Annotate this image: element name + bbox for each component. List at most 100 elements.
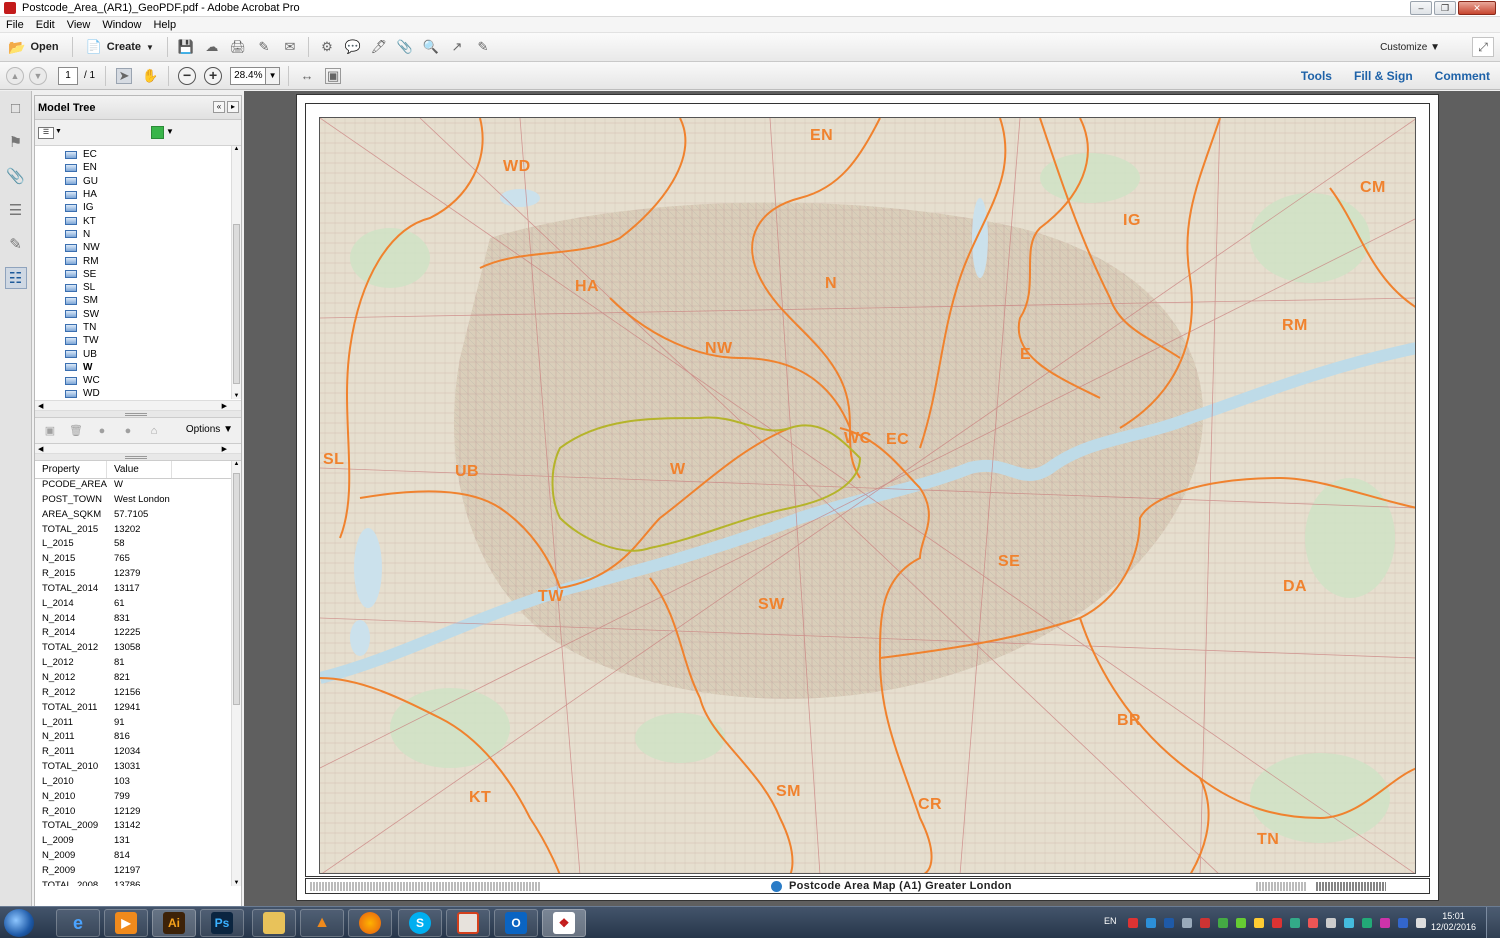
document-viewport[interactable]: WD EN CM IG HA N RM NW E WC EC SL UB W SE TW SW DA BR KT SM C… — [244, 91, 1500, 906]
layer-item-gu[interactable]: GU — [35, 175, 241, 188]
zoom-dropdown[interactable]: ▼ — [266, 66, 281, 85]
taskbar-illustrator[interactable]: Ai — [152, 909, 196, 937]
page-thumbnails-icon[interactable]: □ — [5, 97, 27, 119]
property-row[interactable]: L_2010 103 — [35, 776, 241, 791]
bookmarks-icon[interactable]: ⚑ — [5, 131, 27, 153]
highlight-icon[interactable]: 🖊 — [371, 39, 388, 55]
tray-icon[interactable] — [1182, 918, 1192, 928]
panel-splitter[interactable] — [35, 454, 241, 461]
layer-item-kt[interactable]: KT — [35, 214, 241, 227]
property-row[interactable]: R_2014 12225 — [35, 627, 241, 642]
tab-tools[interactable]: Tools — [1301, 69, 1332, 83]
close-button[interactable]: ✕ — [1458, 1, 1496, 15]
menu-edit[interactable]: Edit — [30, 19, 61, 31]
view-previous-icon[interactable]: ● — [95, 424, 109, 438]
layer-item-nw[interactable]: NW — [35, 241, 241, 254]
layer-item-wd[interactable]: WD — [35, 387, 241, 400]
tray-icon[interactable] — [1326, 918, 1336, 928]
customize-dropdown[interactable]: Customize ▼ — [1380, 42, 1440, 53]
tray-icon[interactable] — [1362, 918, 1372, 928]
taskbar-photoshop[interactable]: Ps — [200, 909, 244, 937]
menu-window[interactable]: Window — [96, 19, 147, 31]
restore-button[interactable]: ❐ — [1434, 1, 1456, 15]
scroll-left-icon[interactable]: ◀ — [38, 445, 43, 453]
layer-item-w[interactable]: W — [35, 361, 241, 374]
create-button[interactable]: 📄 Create ▼ — [78, 35, 162, 59]
scroll-down-icon[interactable]: ▼ — [232, 393, 241, 399]
save-icon[interactable]: 💾 — [178, 39, 194, 55]
signatures-icon[interactable]: ✎ — [5, 233, 27, 255]
taskbar-media-player[interactable]: ▶ — [104, 909, 148, 937]
layer-item-sm[interactable]: SM — [35, 294, 241, 307]
property-row[interactable]: L_2014 61 — [35, 598, 241, 613]
show-desktop-button[interactable] — [1486, 907, 1500, 938]
chevron-down-icon[interactable]: ▼ — [55, 128, 62, 135]
property-row[interactable]: TOTAL_2009 13142 — [35, 820, 241, 835]
chevron-down-icon[interactable]: ▼ — [166, 127, 174, 136]
clock[interactable]: 15:01 12/02/2016 — [1431, 911, 1476, 933]
trash-icon[interactable]: 🗑 — [69, 424, 83, 438]
layers-icon[interactable]: ☰ — [5, 199, 27, 221]
property-row[interactable]: N_2010 799 — [35, 791, 241, 806]
property-row[interactable]: TOTAL_2014 13117 — [35, 583, 241, 598]
layer-options-icon[interactable]: ☰ — [38, 127, 54, 139]
fit-width-icon[interactable]: ↔ — [299, 68, 315, 84]
settings-gear-icon[interactable]: ⚙ — [319, 39, 335, 55]
property-row[interactable]: L_2012 81 — [35, 657, 241, 672]
tray-icon[interactable] — [1290, 918, 1300, 928]
property-row[interactable]: TOTAL_2011 12941 — [35, 702, 241, 717]
layer-item-en[interactable]: EN — [35, 161, 241, 174]
property-row[interactable]: R_2015 12379 — [35, 568, 241, 583]
pdf-page[interactable]: WD EN CM IG HA N RM NW E WC EC SL UB W SE TW SW DA BR KT SM C… — [296, 94, 1439, 901]
actions-horizontal-scrollbar[interactable]: ◀ ▶ — [35, 444, 241, 454]
menu-view[interactable]: View — [61, 19, 97, 31]
fit-page-icon[interactable]: ▣ — [325, 67, 342, 84]
property-row[interactable]: R_2010 12129 — [35, 806, 241, 821]
collapse-panel-icon[interactable]: « — [213, 101, 225, 113]
tray-icon[interactable] — [1272, 918, 1282, 928]
menu-file[interactable]: File — [0, 19, 30, 31]
tray-icon[interactable] — [1380, 918, 1390, 928]
layer-item-n[interactable]: N — [35, 228, 241, 241]
property-row[interactable]: R_2012 12156 — [35, 687, 241, 702]
next-page-icon[interactable]: ▼ — [29, 66, 47, 85]
email-icon[interactable]: ✉ — [282, 39, 298, 55]
scrollbar-thumb[interactable] — [233, 224, 240, 384]
layer-item-tn[interactable]: TN — [35, 321, 241, 334]
scroll-right-icon[interactable]: ▶ — [222, 402, 227, 410]
export-icon[interactable]: ↗ — [449, 39, 465, 55]
postcode-map[interactable]: WD EN CM IG HA N RM NW E WC EC SL UB W SE TW SW DA BR KT SM C… — [319, 117, 1416, 874]
property-row[interactable]: N_2014 831 — [35, 613, 241, 628]
menu-help[interactable]: Help — [147, 19, 182, 31]
property-row[interactable]: AREA_SQKM 57.7105 — [35, 509, 241, 524]
property-row[interactable]: PCODE_AREA W — [35, 479, 241, 494]
scroll-right-icon[interactable]: ▶ — [222, 445, 227, 453]
layer-item-sw[interactable]: SW — [35, 308, 241, 321]
scroll-left-icon[interactable]: ◀ — [38, 402, 43, 410]
property-row[interactable]: L_2011 91 — [35, 717, 241, 732]
layer-item-ha[interactable]: HA — [35, 188, 241, 201]
attachments-icon[interactable]: 📎 — [5, 165, 27, 187]
comment-bubble-icon[interactable]: 💬 — [345, 39, 361, 55]
previous-page-icon[interactable]: ▲ — [6, 66, 24, 85]
property-row[interactable]: POST_TOWN West London — [35, 494, 241, 509]
tree-vertical-scrollbar[interactable]: ▲ ▼ — [231, 146, 241, 399]
tray-icon[interactable] — [1128, 918, 1138, 928]
property-row[interactable]: R_2009 12197 — [35, 865, 241, 880]
layer-item-rm[interactable]: RM — [35, 254, 241, 267]
select-cursor-icon[interactable]: ➤ — [116, 67, 133, 84]
layer-item-ec[interactable]: EC — [35, 148, 241, 161]
hand-tool-icon[interactable]: ✋ — [142, 68, 158, 84]
panel-splitter[interactable] — [35, 411, 241, 418]
cloud-upload-icon[interactable]: ☁ — [204, 39, 220, 55]
stamp-icon[interactable]: ✎ — [475, 39, 491, 55]
tray-icon[interactable] — [1254, 918, 1264, 928]
property-row[interactable]: N_2009 814 — [35, 850, 241, 865]
taskbar-acrobat-pro[interactable]: ❖ — [542, 909, 586, 937]
taskbar-internet-explorer[interactable]: e — [56, 909, 100, 937]
scroll-up-icon[interactable]: ▲ — [232, 146, 241, 152]
print-icon[interactable]: 🖨 — [230, 39, 247, 55]
layer-item-tw[interactable]: TW — [35, 334, 241, 347]
layer-item-sl[interactable]: SL — [35, 281, 241, 294]
attach-file-icon[interactable]: 📎 — [397, 39, 413, 55]
